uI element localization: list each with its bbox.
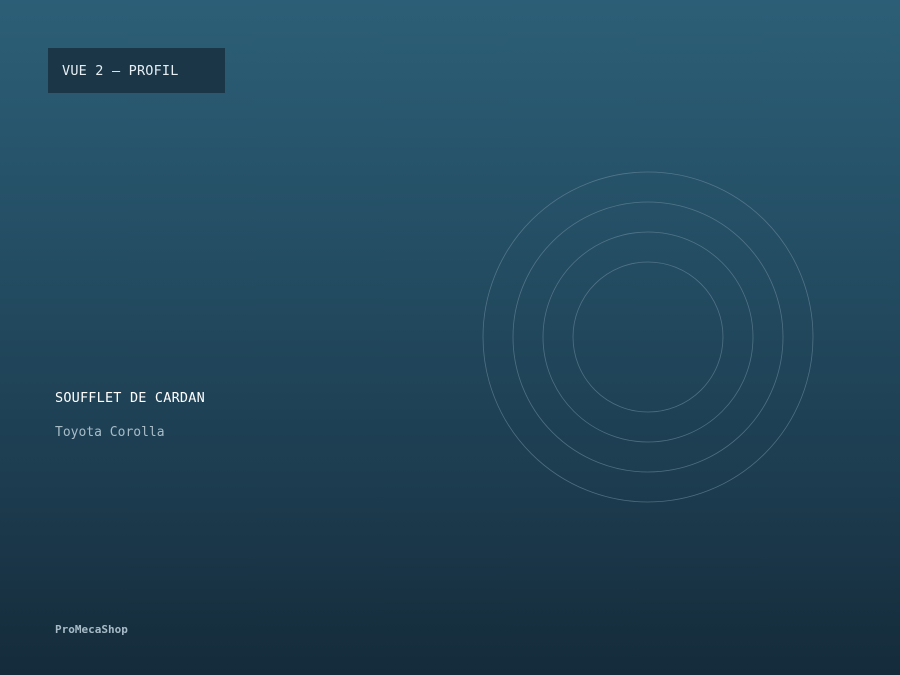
ring-third: [542, 231, 754, 443]
brand-name: ProMecaShop: [55, 623, 128, 636]
ring-inner: [572, 261, 724, 413]
product-title: SOUFFLET DE CARDAN: [55, 390, 205, 406]
concentric-rings-icon: [482, 171, 814, 503]
view-badge-label: VUE 2 — PROFIL: [62, 62, 179, 79]
view-badge: VUE 2 — PROFIL: [48, 48, 225, 93]
ring-second: [512, 201, 784, 473]
ring-outer: [482, 171, 814, 503]
product-vehicle: Toyota Corolla: [55, 425, 165, 440]
